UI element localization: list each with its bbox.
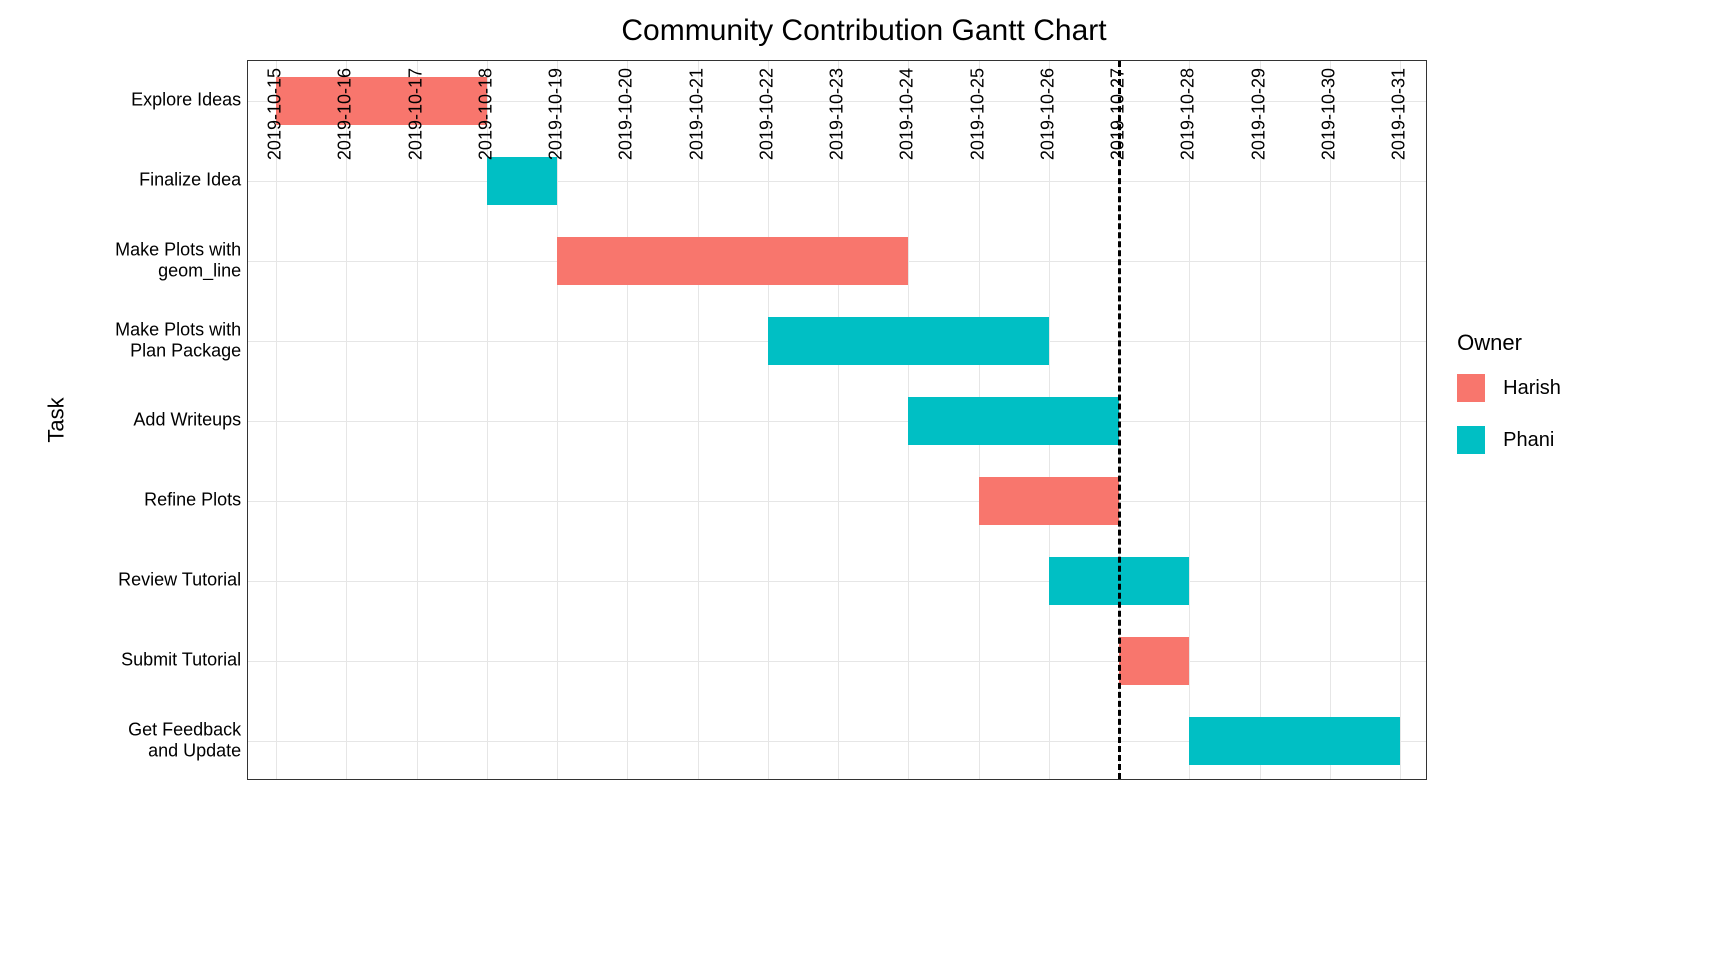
x-tick-label: 2019-10-15: [265, 60, 286, 160]
legend-items: Harish Phani: [1457, 374, 1688, 454]
x-tick-label: 2019-10-18: [475, 60, 496, 160]
x-tick-label: 2019-10-21: [686, 60, 707, 160]
x-tick-mark: [979, 779, 980, 780]
x-tick-mark: [698, 779, 699, 780]
x-tick-label: 2019-10-25: [967, 60, 988, 160]
x-tick-label: 2019-10-22: [756, 60, 777, 160]
gantt-bar: [979, 477, 1119, 525]
y-tick-mark: [247, 101, 248, 102]
gridline-vertical: [1330, 61, 1331, 779]
gridline-horizontal: [248, 581, 1426, 582]
gridline-vertical: [557, 61, 558, 779]
y-tick-mark: [247, 181, 248, 182]
y-tick-mark: [247, 581, 248, 582]
y-tick-label: Submit Tutorial: [67, 650, 241, 671]
x-tick-label: 2019-10-30: [1318, 60, 1339, 160]
y-tick-label: Add Writeups: [67, 410, 241, 431]
y-tick-mark: [247, 421, 248, 422]
gridline-vertical: [768, 61, 769, 779]
y-tick-label: Get Feedback and Update: [67, 719, 241, 760]
x-tick-mark: [838, 779, 839, 780]
gridline-vertical: [627, 61, 628, 779]
x-tick-label: 2019-10-23: [827, 60, 848, 160]
x-tick-mark: [487, 779, 488, 780]
legend-title: Owner: [1457, 330, 1688, 356]
legend-label: Harish: [1503, 377, 1561, 400]
x-tick-mark: [768, 779, 769, 780]
x-tick-mark: [417, 779, 418, 780]
x-tick-label: 2019-10-27: [1108, 60, 1129, 160]
plot-area-col: 2019-10-15 2019-10-16 2019-10-17 2019-10-18…: [247, 60, 1427, 780]
x-tick-label: 2019-10-31: [1389, 60, 1410, 160]
gridline-vertical: [417, 61, 418, 779]
x-tick-mark: [1049, 779, 1050, 780]
x-tick-label: 2019-10-19: [546, 60, 567, 160]
gridline-vertical: [1260, 61, 1261, 779]
reference-vline: [1118, 61, 1121, 779]
x-tick-label: 2019-10-29: [1248, 60, 1269, 160]
gantt-bar: [487, 157, 557, 205]
x-tick-mark: [908, 779, 909, 780]
plot-panel: [247, 60, 1427, 780]
gantt-bar: [1189, 717, 1400, 765]
x-tick-label: 2019-10-24: [897, 60, 918, 160]
legend-item: Phani: [1457, 426, 1688, 454]
x-tick-mark: [1400, 779, 1401, 780]
x-tick-mark: [1330, 779, 1331, 780]
y-tick-mark: [247, 341, 248, 342]
y-tick-mark: [247, 661, 248, 662]
legend-swatch: [1457, 426, 1485, 454]
chart-title: Community Contribution Gantt Chart: [40, 14, 1688, 48]
y-axis-ticks: Explore IdeasFinalize IdeaMake Plots wit…: [74, 60, 247, 780]
y-tick-mark: [247, 741, 248, 742]
x-tick-label: 2019-10-26: [1037, 60, 1058, 160]
y-tick-label: Make Plots with geom_line: [67, 239, 241, 280]
gridline-vertical: [698, 61, 699, 779]
x-tick-label: 2019-10-28: [1178, 60, 1199, 160]
gantt-bar: [908, 397, 1119, 445]
y-tick-label: Refine Plots: [67, 490, 241, 511]
legend-item: Harish: [1457, 374, 1688, 402]
gridline-vertical: [1400, 61, 1401, 779]
x-tick-label: 2019-10-20: [616, 60, 637, 160]
gantt-bar: [1119, 637, 1189, 685]
gridline-horizontal: [248, 181, 1426, 182]
legend-swatch: [1457, 374, 1485, 402]
x-tick-label: 2019-10-17: [405, 60, 426, 160]
y-tick-label: Finalize Idea: [67, 170, 241, 191]
legend: Owner Harish Phani: [1427, 60, 1688, 478]
gridline-horizontal: [248, 661, 1426, 662]
y-tick-mark: [247, 261, 248, 262]
y-tick-label: Make Plots with Plan Package: [67, 319, 241, 360]
gridline-vertical: [838, 61, 839, 779]
x-tick-mark: [276, 779, 277, 780]
y-tick-label: Review Tutorial: [67, 570, 241, 591]
gridline-vertical: [1189, 61, 1190, 779]
y-axis-label: Task: [44, 397, 70, 442]
y-tick-mark: [247, 501, 248, 502]
legend-label: Phani: [1503, 429, 1554, 452]
gridline-vertical: [276, 61, 277, 779]
x-tick-mark: [1189, 779, 1190, 780]
x-tick-label: 2019-10-16: [335, 60, 356, 160]
gantt-bar: [557, 237, 908, 285]
gridline-horizontal: [248, 421, 1426, 422]
x-tick-mark: [1260, 779, 1261, 780]
chart-row: Task Explore IdeasFinalize IdeaMake Plot…: [40, 60, 1688, 780]
x-tick-mark: [1119, 779, 1120, 780]
gantt-bar: [768, 317, 1049, 365]
y-tick-label: Explore Ideas: [67, 90, 241, 111]
gridline-horizontal: [248, 501, 1426, 502]
x-tick-mark: [627, 779, 628, 780]
chart-container: Community Contribution Gantt Chart Task …: [0, 0, 1728, 960]
gantt-bar: [276, 77, 487, 125]
x-tick-mark: [557, 779, 558, 780]
x-tick-mark: [346, 779, 347, 780]
gridline-vertical: [346, 61, 347, 779]
